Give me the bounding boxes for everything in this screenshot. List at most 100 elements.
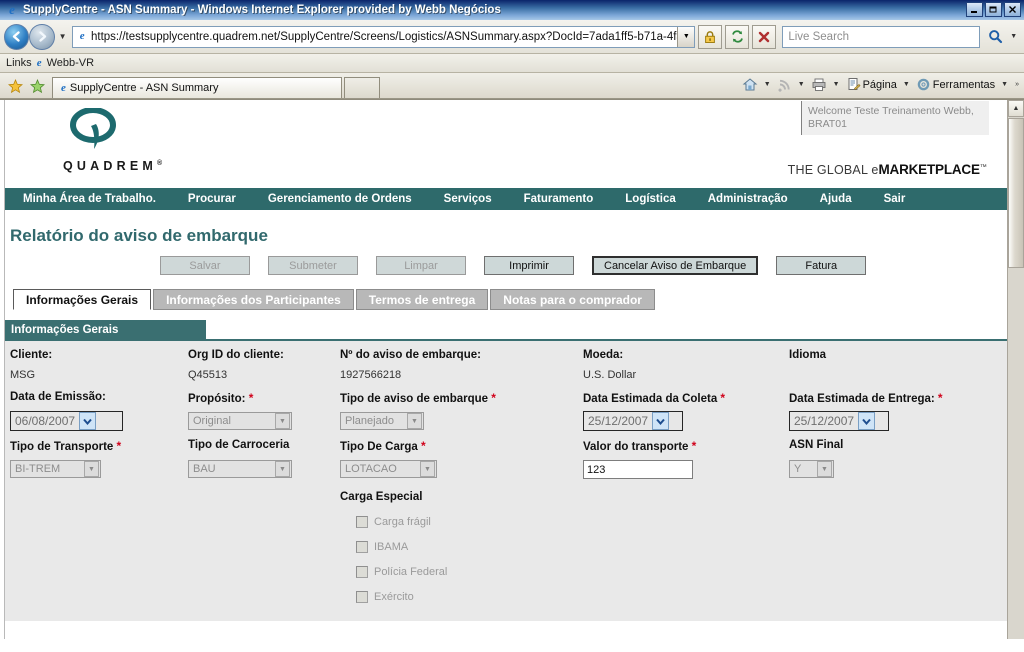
calendar-chevron-down-icon[interactable] bbox=[79, 412, 97, 430]
back-button[interactable] bbox=[4, 23, 30, 50]
chevron-down-icon[interactable]: ▼ bbox=[275, 413, 290, 429]
restore-button[interactable] bbox=[985, 2, 1002, 17]
page-menu-dropdown-icon[interactable]: ▼ bbox=[900, 81, 913, 88]
page-vertical-scrollbar[interactable]: ▲ bbox=[1007, 100, 1024, 639]
nav-item-ajuda[interactable]: Ajuda bbox=[804, 193, 868, 205]
tipo-transporte-select[interactable]: BI-TREM ▼ bbox=[10, 460, 101, 478]
tab-termos-de-entrega[interactable]: Termos de entrega bbox=[355, 289, 489, 310]
tipo-carroceria-select[interactable]: BAU ▼ bbox=[188, 460, 292, 478]
close-button[interactable] bbox=[1004, 2, 1021, 17]
salvar-button[interactable]: Salvar bbox=[160, 256, 250, 275]
nav-item-gerenciamento-de-ordens[interactable]: Gerenciamento de Ordens bbox=[252, 193, 428, 205]
calendar-chevron-down-icon[interactable] bbox=[858, 412, 876, 430]
nav-item-administracao[interactable]: Administração bbox=[692, 193, 804, 205]
links-item-webb-vr[interactable]: Webb-VR bbox=[47, 57, 94, 69]
nav-item-logistica[interactable]: Logística bbox=[609, 193, 691, 205]
calendar-chevron-down-icon[interactable] bbox=[652, 412, 670, 430]
tools-menu-dropdown-icon[interactable]: ▼ bbox=[998, 81, 1011, 88]
tab-notas-para-o-comprador[interactable]: Notas para o comprador bbox=[490, 289, 655, 310]
browser-tab[interactable]: e SupplyCentre - ASN Summary bbox=[52, 77, 342, 98]
data-emissao-value: 06/08/2007 bbox=[15, 414, 76, 428]
refresh-button[interactable] bbox=[725, 24, 750, 49]
data-entrega-value: 25/12/2007 bbox=[794, 414, 855, 428]
print-dropdown-icon[interactable]: ▼ bbox=[830, 81, 843, 88]
ibama-checkbox[interactable] bbox=[356, 540, 368, 553]
checkbox-row-ibama[interactable]: IBAMA bbox=[340, 534, 680, 559]
form-row-3: Tipo de Transporte * BI-TREM ▼ Tipo de C… bbox=[5, 439, 1007, 479]
data-coleta-input[interactable]: 25/12/2007 bbox=[583, 411, 683, 431]
proposito-select[interactable]: Original ▼ bbox=[188, 412, 292, 430]
page-viewport: QUADREM® Welcome Teste Treinamento Webb,… bbox=[0, 99, 1024, 639]
idioma-value bbox=[789, 367, 989, 391]
valor-transporte-input[interactable]: 123 bbox=[583, 460, 693, 479]
cancelar-aviso-embarque-button[interactable]: Cancelar Aviso de Embarque bbox=[592, 256, 759, 275]
chevron-down-icon[interactable]: ▼ bbox=[275, 461, 290, 477]
main-navigation: Minha Área de Trabalho. Procurar Gerenci… bbox=[5, 188, 1007, 210]
data-entrega-input[interactable]: 25/12/2007 bbox=[789, 411, 889, 431]
scroll-up-button[interactable]: ▲ bbox=[1008, 100, 1024, 117]
home-dropdown-icon[interactable]: ▼ bbox=[761, 81, 774, 88]
data-emissao-input[interactable]: 06/08/2007 bbox=[10, 411, 123, 431]
nav-item-servicos[interactable]: Serviços bbox=[428, 193, 508, 205]
tipo-carroceria-value: BAU bbox=[193, 463, 216, 475]
section-header: Informações Gerais bbox=[5, 320, 206, 339]
command-overflow-icon[interactable]: » bbox=[1012, 81, 1022, 88]
add-to-favorites-icon[interactable] bbox=[26, 74, 48, 98]
required-marker: * bbox=[116, 439, 122, 453]
address-dropdown-icon[interactable]: ▼ bbox=[677, 26, 695, 47]
chevron-down-icon[interactable]: ▼ bbox=[84, 461, 99, 477]
tipo-transporte-label: Tipo de Transporte * bbox=[10, 439, 122, 453]
security-lock-icon[interactable] bbox=[698, 24, 723, 49]
data-entrega-label: Data Estimada de Entrega: * bbox=[789, 391, 943, 405]
history-dropdown-icon[interactable]: ▼ bbox=[57, 32, 69, 41]
nav-item-minha-area[interactable]: Minha Área de Trabalho. bbox=[5, 193, 172, 205]
minimize-button[interactable] bbox=[966, 2, 983, 17]
checkbox-row-exercito[interactable]: Exército bbox=[340, 584, 680, 609]
checkbox-row-carga-fragil[interactable]: Carga frágil bbox=[340, 509, 680, 534]
policia-federal-checkbox[interactable] bbox=[356, 565, 368, 578]
policia-federal-label: Polícia Federal bbox=[374, 565, 448, 578]
forward-button[interactable] bbox=[29, 23, 55, 50]
asn-numero-label: Nº do aviso de embarque: bbox=[340, 349, 481, 361]
chevron-down-icon[interactable]: ▼ bbox=[407, 413, 422, 429]
nav-item-faturamento[interactable]: Faturamento bbox=[508, 193, 610, 205]
scrollbar-thumb[interactable] bbox=[1008, 118, 1024, 268]
stop-button[interactable] bbox=[752, 24, 777, 49]
nav-item-sair[interactable]: Sair bbox=[868, 193, 922, 205]
page-tabs: Informações Gerais Informações dos Parti… bbox=[13, 289, 1007, 310]
tab-informacoes-gerais[interactable]: Informações Gerais bbox=[13, 289, 152, 310]
chevron-down-icon[interactable]: ▼ bbox=[817, 461, 832, 477]
feeds-button[interactable] bbox=[775, 76, 794, 93]
tab-informacoes-dos-participantes[interactable]: Informações dos Participantes bbox=[153, 289, 354, 310]
address-input[interactable]: e https://testsupplycentre.quadrem.net/S… bbox=[72, 25, 696, 48]
limpar-button[interactable]: Limpar bbox=[376, 256, 466, 275]
submeter-button[interactable]: Submeter bbox=[268, 256, 358, 275]
home-button[interactable] bbox=[740, 76, 760, 93]
print-button[interactable] bbox=[809, 76, 829, 93]
new-tab-button[interactable] bbox=[344, 77, 380, 98]
favorites-center-icon[interactable] bbox=[4, 74, 26, 98]
search-provider-dropdown-icon[interactable]: ▼ bbox=[1007, 33, 1020, 40]
search-input[interactable]: Live Search bbox=[782, 25, 981, 48]
exercito-label: Exército bbox=[374, 590, 414, 603]
tipo-carga-select[interactable]: LOTACAO ▼ bbox=[340, 460, 437, 478]
exercito-checkbox[interactable] bbox=[356, 590, 368, 603]
tipo-aviso-select[interactable]: Planejado ▼ bbox=[340, 412, 424, 430]
feeds-dropdown-icon[interactable]: ▼ bbox=[795, 81, 808, 88]
nav-item-procurar[interactable]: Procurar bbox=[172, 193, 252, 205]
carga-fragil-checkbox[interactable] bbox=[356, 515, 368, 528]
tab-title: SupplyCentre - ASN Summary bbox=[69, 82, 219, 94]
fatura-button[interactable]: Fatura bbox=[776, 256, 867, 275]
checkbox-row-policia-federal[interactable]: Polícia Federal bbox=[340, 559, 680, 584]
imprimir-button[interactable]: Imprimir bbox=[484, 256, 574, 275]
proposito-label: Propósito: * bbox=[188, 391, 254, 405]
window-controls bbox=[966, 2, 1021, 17]
tools-menu-button[interactable]: Ferramentas bbox=[914, 76, 997, 93]
page-menu-button[interactable]: Página bbox=[844, 76, 899, 93]
asn-numero-value: 1927566218 bbox=[340, 369, 402, 381]
asn-final-select[interactable]: Y ▼ bbox=[789, 460, 834, 478]
chevron-down-icon[interactable]: ▼ bbox=[420, 461, 435, 477]
link-favicon-icon: e bbox=[36, 56, 42, 69]
search-icon[interactable] bbox=[983, 25, 1007, 49]
scrollbar-track[interactable] bbox=[1008, 269, 1024, 639]
